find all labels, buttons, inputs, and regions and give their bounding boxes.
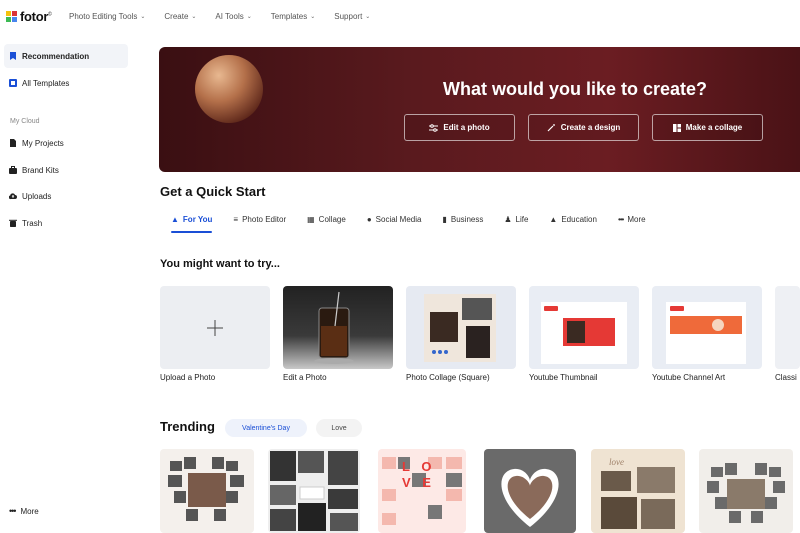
sliders-icon bbox=[429, 123, 439, 132]
chip-valentines-day[interactable]: Valentine's Day bbox=[225, 419, 307, 437]
quick-start-tabs: ▲ For You ≡ Photo Editor ▦ Collage ● Social … bbox=[171, 214, 667, 233]
heart-mosaic-image bbox=[707, 463, 785, 523]
cloud-upload-icon bbox=[9, 193, 17, 200]
templates-icon bbox=[9, 79, 17, 87]
card-label-classic: Classi bbox=[775, 373, 797, 382]
collage-icon: ▦ bbox=[307, 214, 315, 224]
create-design-button[interactable]: Create a design bbox=[528, 114, 639, 141]
chevron-down-icon: ⌄ bbox=[310, 14, 316, 20]
nav-support[interactable]: Support ⌄ bbox=[334, 12, 370, 21]
love-letters-text: L O V E bbox=[402, 459, 432, 490]
sidebar-item-trash[interactable]: Trash bbox=[4, 211, 128, 235]
tab-life[interactable]: ♟ Life bbox=[504, 214, 528, 224]
trending-card-2[interactable] bbox=[268, 449, 360, 533]
chevron-down-icon: ⌄ bbox=[140, 14, 146, 20]
tab-more[interactable]: ••• More bbox=[618, 214, 646, 224]
sidebar-item-recommendation[interactable]: Recommendation bbox=[4, 44, 128, 68]
try-section-title: You might want to try... bbox=[160, 258, 280, 270]
card-label-upload: Upload a Photo bbox=[160, 373, 216, 382]
nav-ai-tools[interactable]: AI Tools ⌄ bbox=[215, 12, 251, 21]
youtube-thumbnail-image bbox=[541, 302, 627, 364]
collage-icon bbox=[672, 123, 681, 132]
sidebar-item-my-projects[interactable]: My Projects bbox=[4, 131, 128, 155]
make-collage-button[interactable]: Make a collage bbox=[652, 114, 763, 141]
more-dots-icon: ••• bbox=[617, 214, 624, 224]
trending-card-4[interactable] bbox=[484, 449, 576, 533]
main-nav: Photo Editing Tools ⌄ Create ⌄ AI Tools ⌄ T… bbox=[69, 12, 389, 21]
logo-mark-icon bbox=[6, 11, 17, 22]
logo-text: fotor© bbox=[20, 9, 52, 24]
file-icon bbox=[10, 139, 16, 147]
photo-grid-image bbox=[270, 451, 358, 531]
sidebar: Recommendation All Templates My Cloud My… bbox=[0, 34, 130, 533]
collage-template-image bbox=[424, 294, 496, 362]
bookmark-icon bbox=[10, 52, 16, 60]
card-youtube-thumbnail[interactable] bbox=[529, 286, 639, 369]
card-label-channel-art: Youtube Channel Art bbox=[652, 373, 726, 382]
tab-social-media[interactable]: ● Social Media bbox=[367, 214, 422, 224]
trending-card-3[interactable]: L O V E bbox=[378, 449, 466, 533]
trash-icon bbox=[9, 219, 17, 227]
hero-title: What would you like to create? bbox=[443, 79, 708, 99]
bar-chart-icon: ▮ bbox=[442, 214, 447, 224]
heart-collage-image bbox=[168, 457, 244, 521]
hero-moon-image bbox=[195, 55, 263, 123]
more-dots-icon: ••• bbox=[9, 506, 17, 516]
sidebar-item-uploads[interactable]: Uploads bbox=[4, 184, 128, 208]
card-upload-photo[interactable] bbox=[160, 286, 270, 369]
svg-text:love: love bbox=[609, 457, 624, 467]
tab-collage[interactable]: ▦ Collage bbox=[307, 214, 346, 224]
card-youtube-channel-art[interactable] bbox=[652, 286, 762, 369]
chevron-down-icon: ⌄ bbox=[365, 14, 371, 20]
sidebar-item-brand-kits[interactable]: Brand Kits bbox=[4, 158, 128, 182]
chevron-down-icon: ⌄ bbox=[246, 14, 252, 20]
trending-card-1[interactable] bbox=[160, 449, 254, 533]
thumbs-up-icon: ▲ bbox=[171, 214, 179, 224]
tab-photo-editor[interactable]: ≡ Photo Editor bbox=[233, 214, 286, 224]
hero-banner: What would you like to create? Edit a ph… bbox=[159, 47, 800, 172]
tab-education[interactable]: ▲ Education bbox=[549, 214, 597, 224]
card-label-collage: Photo Collage (Square) bbox=[406, 373, 490, 382]
love-collage-image: love bbox=[601, 457, 675, 529]
fotor-logo[interactable]: fotor© bbox=[6, 9, 52, 24]
edit-photo-button[interactable]: Edit a photo bbox=[404, 114, 515, 141]
nav-templates[interactable]: Templates ⌄ bbox=[271, 12, 316, 21]
trending-card-5[interactable]: love bbox=[591, 449, 685, 533]
card-label-thumbnail: Youtube Thumbnail bbox=[529, 373, 598, 382]
iced-drink-image bbox=[314, 291, 354, 364]
graduation-cap-icon: ▲ bbox=[549, 214, 558, 224]
trending-title: Trending bbox=[160, 419, 215, 434]
chevron-down-icon: ⌄ bbox=[191, 14, 197, 20]
card-edit-photo[interactable] bbox=[283, 286, 393, 369]
sidebar-section-label: My Cloud bbox=[10, 118, 40, 125]
magic-wand-icon bbox=[547, 123, 555, 131]
tab-business[interactable]: ▮ Business bbox=[442, 214, 483, 224]
youtube-channel-art-image bbox=[666, 302, 746, 364]
chip-love[interactable]: Love bbox=[316, 419, 362, 437]
top-navigation-bar: fotor© Photo Editing Tools ⌄ Create ⌄ AI T… bbox=[0, 0, 800, 34]
thumbs-icon: ● bbox=[366, 214, 372, 224]
card-photo-collage[interactable] bbox=[406, 286, 516, 369]
heart-frame-image bbox=[484, 449, 576, 533]
quick-start-title: Get a Quick Start bbox=[160, 184, 266, 199]
nav-create[interactable]: Create ⌄ bbox=[164, 12, 196, 21]
card-label-edit: Edit a Photo bbox=[283, 373, 327, 382]
sidebar-item-all-templates[interactable]: All Templates bbox=[4, 71, 128, 95]
nav-photo-editing-tools[interactable]: Photo Editing Tools ⌄ bbox=[69, 12, 145, 21]
sliders-icon: ≡ bbox=[233, 214, 239, 224]
sidebar-more[interactable]: ••• More bbox=[4, 499, 128, 523]
plus-icon bbox=[207, 320, 223, 336]
card-classic[interactable] bbox=[775, 286, 800, 369]
briefcase-icon bbox=[9, 166, 17, 174]
tab-for-you[interactable]: ▲ For You bbox=[171, 214, 213, 233]
person-icon: ♟ bbox=[504, 214, 512, 224]
trending-card-6[interactable] bbox=[699, 449, 793, 533]
